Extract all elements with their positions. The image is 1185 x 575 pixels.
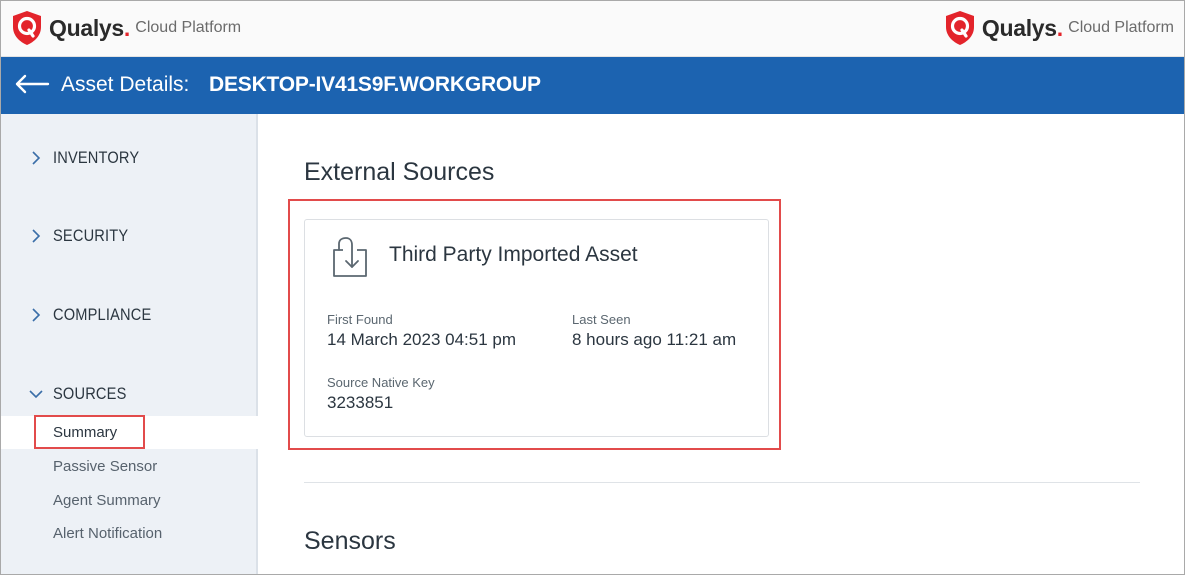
chevron-right-icon bbox=[32, 308, 41, 322]
sidebar-item-agent-summary[interactable]: Agent Summary bbox=[0, 484, 258, 517]
brand-dot: . bbox=[1056, 14, 1064, 41]
source-native-key-value: 3233851 bbox=[327, 393, 394, 412]
sidebar-section-inventory[interactable]: INVENTORY bbox=[29, 148, 153, 168]
card-title: Third Party Imported Asset bbox=[389, 243, 638, 266]
first-found-value: 14 March 2023 04:51 pm bbox=[327, 330, 517, 349]
last-seen-label: Last Seen bbox=[572, 312, 631, 327]
sidebar-section-label: SOURCES bbox=[53, 384, 127, 403]
sidebar-section-sources[interactable]: SOURCES bbox=[29, 384, 138, 404]
sidebar-section-label: COMPLIANCE bbox=[53, 305, 152, 324]
back-arrow-icon[interactable] bbox=[14, 71, 50, 97]
brand-name: Qualys bbox=[981, 14, 1057, 41]
sidebar-item-alert-notification[interactable]: Alert Notification bbox=[0, 517, 258, 550]
asset-details-header: Asset Details: DESKTOP-IV41S9F.WORKGROUP bbox=[0, 57, 1185, 114]
brand-dot: . bbox=[123, 14, 131, 41]
chevron-down-icon bbox=[29, 390, 43, 399]
external-sources-title: External Sources bbox=[304, 158, 495, 186]
sidebar-item-label: Agent Summary bbox=[53, 492, 161, 509]
qualys-logo-left[interactable]: Qualys. Cloud Platform bbox=[11, 10, 241, 46]
asset-hostname: DESKTOP-IV41S9F.WORKGROUP bbox=[209, 73, 541, 96]
chevron-right-icon bbox=[32, 229, 41, 243]
brand-bar: Qualys. Cloud Platform Qualys. Cloud Pla… bbox=[0, 0, 1185, 57]
sensors-title: Sensors bbox=[304, 527, 396, 555]
first-found-label: First Found bbox=[327, 312, 393, 327]
brand-product: Cloud Platform bbox=[1068, 19, 1174, 36]
brand-name: Qualys bbox=[49, 14, 124, 41]
header-label: Asset Details: bbox=[61, 73, 190, 96]
sidebar-item-label: Passive Sensor bbox=[53, 458, 158, 475]
qualys-shield-icon bbox=[13, 11, 41, 45]
qualys-logo-right: Qualys. Cloud Platform bbox=[944, 10, 1174, 46]
last-seen-value: 8 hours ago 11:21 am bbox=[572, 330, 737, 349]
external-source-card: Third Party Imported Asset First Found 1… bbox=[304, 219, 769, 437]
brand-product: Cloud Platform bbox=[135, 19, 242, 36]
import-icon bbox=[333, 237, 367, 277]
sidebar-section-compliance[interactable]: COMPLIANCE bbox=[29, 305, 167, 325]
qualys-shield-icon bbox=[945, 11, 974, 45]
chevron-right-icon bbox=[32, 151, 41, 165]
sidebar-item-passive-sensor[interactable]: Passive Sensor bbox=[0, 450, 258, 483]
sidebar-item-label: Summary bbox=[53, 424, 118, 441]
source-native-key-label: Source Native Key bbox=[327, 375, 435, 390]
sidebar-item-summary[interactable]: Summary bbox=[0, 416, 260, 449]
sidebar-section-label: SECURITY bbox=[53, 226, 129, 245]
sidebar-section-security[interactable]: SECURITY bbox=[29, 226, 141, 246]
section-divider bbox=[304, 482, 1140, 483]
sidebar-section-label: INVENTORY bbox=[53, 148, 140, 167]
sidebar-item-label: Alert Notification bbox=[53, 525, 163, 542]
